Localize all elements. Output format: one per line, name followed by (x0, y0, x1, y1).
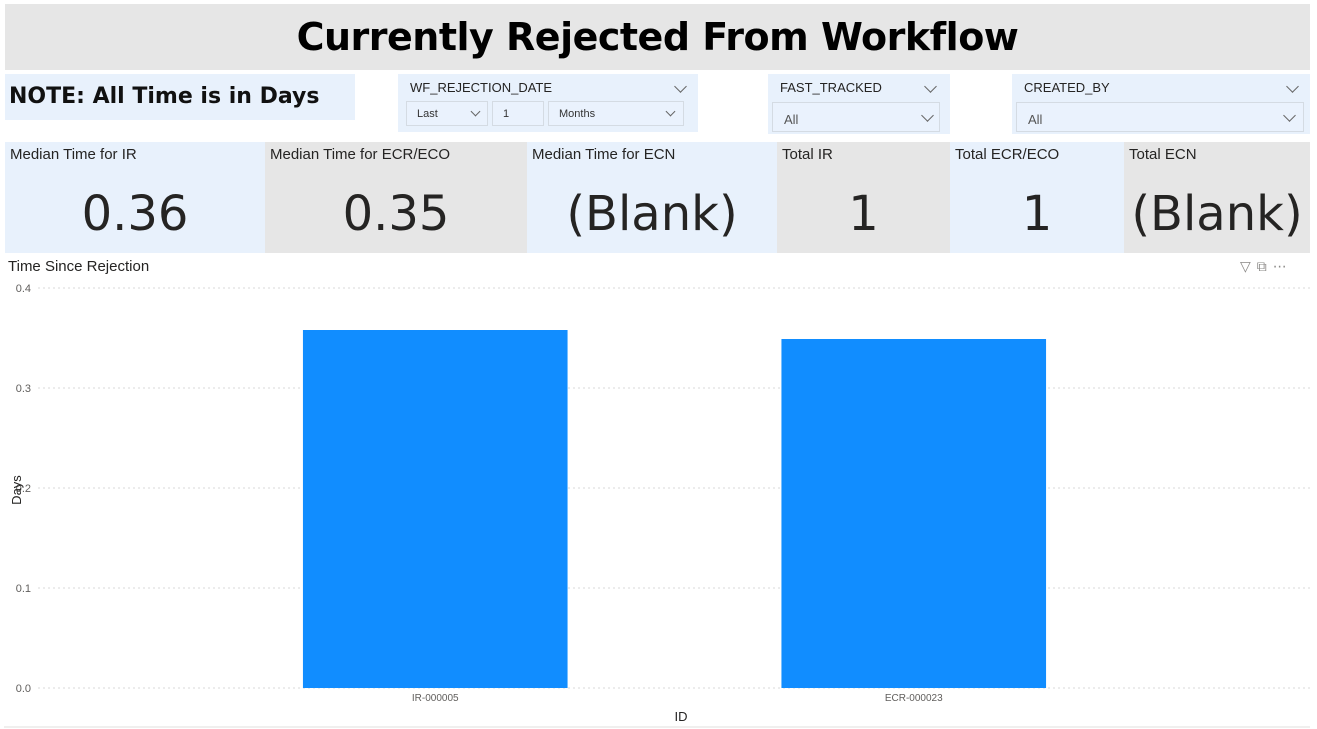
filter-icon[interactable]: ▽ (1240, 258, 1257, 274)
bar-chart: 0.0 0.1 0.2 0.3 0.4 IR-000005 ECR-000023 ID Days (0, 280, 1317, 729)
period-value: Last (417, 108, 438, 120)
created-by-value: All (1028, 112, 1043, 127)
slicer-title: FAST_TRACKED (780, 80, 882, 95)
y-axis-title: Days (9, 475, 24, 505)
slicer-title: CREATED_BY (1024, 80, 1110, 95)
chevron-down-icon (921, 109, 934, 122)
chart-title: Time Since Rejection (8, 258, 150, 275)
card-label: Median Time for ECN (532, 146, 676, 163)
period-unit-select[interactable]: Months (548, 101, 684, 126)
card-value: 0.36 (81, 186, 189, 242)
period-count-input[interactable]: 1 (492, 101, 544, 126)
kpi-card-median-ecn: Median Time for ECN (Blank) (527, 142, 777, 253)
fast-tracked-dropdown[interactable]: All (772, 102, 940, 132)
card-value: (Blank) (1131, 186, 1303, 242)
relative-period-select[interactable]: Last (406, 101, 488, 126)
card-value: 0.35 (342, 186, 450, 242)
more-options-icon[interactable]: ⋯ (1273, 258, 1293, 274)
y-tick-label: 0.4 (16, 283, 31, 295)
slicer-created-by[interactable]: CREATED_BY All (1012, 74, 1310, 134)
kpi-card-total-ir: Total IR 1 (777, 142, 950, 253)
chart-canvas: 0.00.10.20.30.4IR-000005 ECR-000023IDDays (4, 283, 1310, 728)
page-title-bar: Currently Rejected From Workflow (5, 4, 1310, 70)
x-tick-label: ECR-000023 (885, 693, 943, 704)
chevron-down-icon (1283, 109, 1296, 122)
chevron-down-icon (665, 106, 676, 117)
note-text: NOTE: All Time is in Days (5, 74, 355, 120)
card-label: Median Time for IR (10, 146, 137, 163)
card-value: 1 (1021, 186, 1053, 242)
card-value: 1 (848, 186, 879, 242)
chevron-down-icon (470, 106, 481, 117)
kpi-card-total-ecn: Total ECN (Blank) (1124, 142, 1310, 253)
bar (302, 330, 568, 688)
y-tick-label: 0.3 (16, 383, 31, 395)
unit-value: Months (559, 108, 596, 120)
created-by-dropdown[interactable]: All (1016, 102, 1304, 132)
y-tick-label: 0.1 (16, 583, 31, 595)
slicer-wf-rejection-date[interactable]: WF_REJECTION_DATE Last 1 Months (398, 74, 698, 132)
slicer-title: WF_REJECTION_DATE (410, 80, 553, 95)
chart-toolbar: ▽⧉⋯ (1240, 258, 1293, 275)
bar (781, 339, 1047, 688)
focus-mode-icon[interactable]: ⧉ (1257, 258, 1273, 274)
chevron-down-icon[interactable] (924, 80, 937, 93)
chevron-down-icon[interactable] (1286, 80, 1299, 93)
kpi-card-median-ir: Median Time for IR 0.36 (5, 142, 265, 253)
chevron-down-icon[interactable] (674, 80, 687, 93)
x-tick-label: IR-000005 (412, 693, 459, 704)
card-label: Median Time for ECR/ECO (270, 146, 451, 163)
card-value: (Blank) (566, 186, 738, 242)
kpi-card-median-ecr-eco: Median Time for ECR/ECO 0.35 (265, 142, 527, 253)
slicer-fast-tracked[interactable]: FAST_TRACKED All (768, 74, 950, 134)
count-value: 1 (503, 108, 510, 120)
card-label: Total IR (782, 146, 833, 163)
page-title: Currently Rejected From Workflow (296, 15, 1019, 59)
card-label: Total ECN (1129, 146, 1197, 163)
fast-tracked-value: All (784, 112, 799, 127)
card-label: Total ECR/ECO (955, 146, 1060, 163)
y-tick-label: 0.0 (16, 683, 31, 695)
kpi-card-total-ecr-eco: Total ECR/ECO 1 (950, 142, 1124, 253)
x-axis-title: ID (675, 709, 688, 724)
